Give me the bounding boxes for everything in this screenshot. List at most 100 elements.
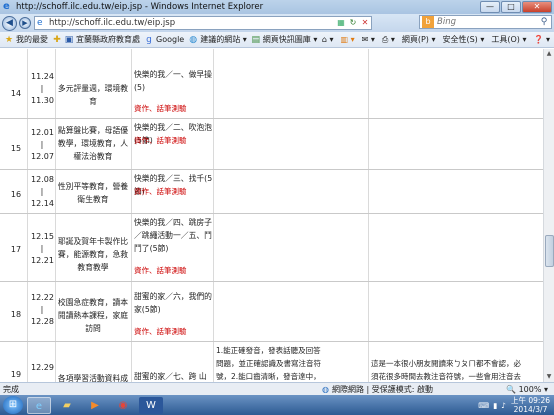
week-dates: 12.15 | 12.21 xyxy=(31,231,54,267)
tools-menu[interactable]: 工具(O) ▾ xyxy=(491,34,526,45)
table-row: 16 12.08 | 12.14 性別平等教育，營養衛生教育 快樂的我／三、找千… xyxy=(0,170,543,214)
favorites-button[interactable]: ★ 我的最愛 xyxy=(4,34,48,45)
date-start: 12.08 xyxy=(31,175,54,184)
window-title: http://schoff.ilc.edu.tw/eip.jsp - Windo… xyxy=(16,2,264,12)
assessment-link[interactable]: 資作、話筆測驗 xyxy=(134,264,214,277)
help-menu[interactable]: ❓ ▾ xyxy=(533,34,550,45)
google-icon: g xyxy=(146,34,152,45)
address-field[interactable]: e http://schoff.ilc.edu.tw/eip.jsp ▦ ↻ ✕ xyxy=(34,16,372,30)
topic-text: 點算盤比賽，母語優教學，環境教育，人權法治教育 xyxy=(57,126,129,161)
minimize-button[interactable]: — xyxy=(480,1,500,13)
taskbar-media-icon[interactable]: ▶ xyxy=(83,397,107,414)
address-tools: ▦ ↻ ✕ xyxy=(335,17,371,29)
assessment-link[interactable]: 資作、話筆測驗 xyxy=(134,325,214,338)
topic-text: 多元評量週，環境教育 xyxy=(57,84,129,106)
date-end: 12.28 xyxy=(31,317,54,326)
page-menu[interactable]: 網頁(P) ▾ xyxy=(402,34,436,45)
topic-text: 耶誕及賀年卡製作比賽，能源教育，急救教育教學 xyxy=(57,237,129,272)
assessment-link[interactable]: 資作、話筆測驗 xyxy=(134,185,214,198)
address-text: http://schoff.ilc.edu.tw/eip.jsp xyxy=(49,18,176,28)
taskbar-word-icon[interactable]: W xyxy=(139,396,163,414)
date-separator: | xyxy=(40,244,44,253)
status-bar: 完成 ◍ 網際網路 | 受保護模式: 啟動 🔍 100% ▾ xyxy=(0,382,554,395)
feeds-icon[interactable]: ▥ ▾ xyxy=(340,34,354,45)
safety-menu[interactable]: 安全性(S) ▾ xyxy=(442,34,484,45)
week-number: 16 xyxy=(10,190,22,199)
clock-time: 上午 09:26 xyxy=(511,396,550,405)
close-button[interactable]: ✕ xyxy=(522,1,552,13)
lesson-text: 甜蜜的家／七、跨 山(5節) xyxy=(134,372,207,381)
taskbar-folder-icon[interactable]: ▰ xyxy=(55,397,79,414)
forward-button[interactable]: ▶ xyxy=(19,17,31,29)
week-dates: 11.24 | 11.30 xyxy=(31,71,54,107)
webslice-icon: ▤ xyxy=(251,34,261,45)
search-box[interactable]: b ⚲ xyxy=(419,15,552,29)
suggested-sites-icon: ◍ xyxy=(189,34,198,45)
network-icon[interactable]: ▮ xyxy=(493,401,497,410)
notes-text: 這是一本很小朋友閱讀來ㄅㄆㄇ都不會認，必須花很多時間去教注音符號，一些會用注音去… xyxy=(371,359,521,381)
favorite-item-webslice[interactable]: ▤ 網頁快訊圖庫 ▾ xyxy=(251,34,318,45)
favorites-star-icon: ★ xyxy=(4,34,14,45)
favorite-item-google[interactable]: g Google xyxy=(144,35,184,45)
lesson-text: 快樂的我／四、跳房子／跳繩活動一／五、鬥鬥了(5節) xyxy=(134,218,212,253)
date-start: 12.01 xyxy=(31,128,54,137)
table-row: 15 12.01 | 12.07 點算盤比賽，母語優教學，環境教育，人權法治教育… xyxy=(0,119,543,170)
week-dates: 12.22 | 12.28 xyxy=(31,292,54,328)
date-start: 12.22 xyxy=(31,293,54,302)
week-number: 15 xyxy=(10,144,22,153)
home-icon[interactable]: ⌂ ▾ xyxy=(322,34,334,45)
clock-date: 2014/3/7 xyxy=(513,405,548,414)
status-text: 完成 xyxy=(3,384,19,394)
zone-text: 網際網路 | 受保護模式: 啟動 xyxy=(331,384,434,394)
favorites-label: 我的最愛 xyxy=(16,35,48,44)
scroll-down-icon[interactable]: ▼ xyxy=(544,372,554,382)
compatibility-icon[interactable]: ▦ xyxy=(335,17,347,29)
window-titlebar[interactable]: e http://schoff.ilc.edu.tw/eip.jsp - Win… xyxy=(0,0,554,14)
week-number: 18 xyxy=(10,310,22,319)
stop-icon[interactable]: ✕ xyxy=(359,17,371,29)
favorite-item-suggested[interactable]: ◍ 建議的網站 ▾ xyxy=(188,34,247,45)
volume-icon[interactable]: ♪ xyxy=(501,401,506,410)
page-icon: e xyxy=(37,18,43,28)
favorite-label: 建議的網站 ▾ xyxy=(200,35,247,44)
assessment-link[interactable]: 資作、話筆測驗 xyxy=(134,102,214,115)
date-end: 12.07 xyxy=(31,152,54,161)
taskbar-chrome-icon[interactable]: ◉ xyxy=(111,397,135,414)
search-input[interactable] xyxy=(437,17,527,27)
vertical-scrollbar[interactable]: ▲ ▼ xyxy=(543,49,554,382)
week-dates: 12.29 xyxy=(31,362,54,374)
week-number: 19 xyxy=(10,370,22,379)
refresh-icon[interactable]: ↻ xyxy=(347,17,359,29)
maximize-button[interactable]: □ xyxy=(501,1,521,13)
search-go-icon[interactable]: ⚲ xyxy=(537,17,551,27)
scroll-thumb[interactable] xyxy=(545,235,554,267)
security-zone[interactable]: ◍ 網際網路 | 受保護模式: 啟動 xyxy=(322,384,433,395)
table-row: 19 12.29 各項學習活動資料成果發 甜蜜的家／七、跨 山(5節) 1.能正… xyxy=(0,342,543,382)
start-button[interactable]: ⊞ xyxy=(3,396,23,414)
table-row: 14 11.24 | 11.30 多元評量週，環境教育 快樂的我／一、做早操(5… xyxy=(0,49,543,119)
week-number: 17 xyxy=(10,245,22,254)
date-start: 12.15 xyxy=(31,232,54,241)
table-row: 18 12.22 | 12.28 校園急症教育，讀本閱讀熱本課程，家庭訪問 甜蜜… xyxy=(0,282,543,342)
ie-logo-icon: e xyxy=(3,1,10,12)
favorite-label: Google xyxy=(156,35,185,44)
scroll-up-icon[interactable]: ▲ xyxy=(544,49,554,59)
add-favorite-icon: ✚ xyxy=(53,34,61,45)
favorite-label: 宜蘭縣政府教育處 xyxy=(76,35,140,44)
taskbar: ⊞ e ▰ ▶ ◉ W ⌨ ▮ ♪ 上午 09:26 2014/3/7 xyxy=(0,395,554,415)
back-button[interactable]: ◀ xyxy=(2,15,17,31)
date-separator: | xyxy=(40,84,44,93)
clock[interactable]: 上午 09:26 2014/3/7 xyxy=(511,396,550,414)
week-dates: 12.01 | 12.07 xyxy=(31,127,54,163)
taskbar-ie-icon[interactable]: e xyxy=(27,396,51,414)
globe-icon: ◍ xyxy=(322,384,329,394)
favorite-label: 網頁快訊圖庫 ▾ xyxy=(262,35,318,44)
address-toolbar: ◀ ▶ e http://schoff.ilc.edu.tw/eip.jsp ▦… xyxy=(0,14,554,32)
assessment-link[interactable]: 資作、話筆測驗 xyxy=(134,134,214,147)
keyboard-icon[interactable]: ⌨ xyxy=(478,401,489,410)
mail-icon[interactable]: ✉ ▾ xyxy=(362,34,375,45)
table-row: 17 12.15 | 12.21 耶誕及賀年卡製作比賽，能源教育，急救教育教學 … xyxy=(0,214,543,282)
zoom-control[interactable]: 🔍 100% ▾ xyxy=(506,385,548,394)
print-icon[interactable]: ⎙ ▾ xyxy=(382,34,395,45)
favorite-item-edu[interactable]: ✚ ▣ 宜蘭縣政府教育處 xyxy=(52,34,140,45)
